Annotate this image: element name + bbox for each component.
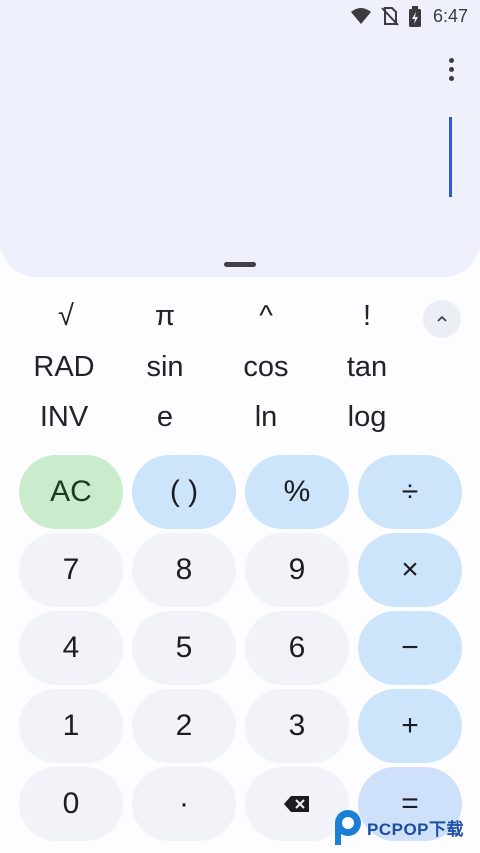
backspace-icon (284, 796, 309, 812)
display-panel: 6:47 (0, 0, 480, 277)
battery-charging-icon (409, 6, 421, 27)
power-button[interactable]: ^ (216, 300, 316, 333)
pcpop-logo (335, 810, 361, 845)
digit-3-button[interactable]: 3 (245, 689, 349, 763)
status-bar: 6:47 (0, 0, 480, 32)
sin-button[interactable]: sin (115, 351, 215, 384)
digit-2-button[interactable]: 2 (132, 689, 236, 763)
digit-5-button[interactable]: 5 (132, 611, 236, 685)
status-time: 6:47 (432, 6, 468, 26)
digit-7-button[interactable]: 7 (19, 533, 123, 607)
more-vert-icon (448, 57, 454, 63)
sqrt-button[interactable]: √ (16, 300, 116, 333)
chevron-up-icon (437, 315, 447, 322)
ln-button[interactable]: ln (216, 401, 316, 434)
digit-8-button[interactable]: 8 (132, 533, 236, 607)
multiply-button[interactable]: × (358, 533, 462, 607)
digit-0-button[interactable]: 0 (19, 767, 123, 841)
plus-button[interactable]: + (358, 689, 462, 763)
minus-button[interactable]: − (358, 611, 462, 685)
parentheses-button[interactable]: ( ) (132, 455, 236, 529)
digit-1-button[interactable]: 1 (19, 689, 123, 763)
percent-button[interactable]: % (245, 455, 349, 529)
divide-button[interactable]: ÷ (358, 455, 462, 529)
inv-button[interactable]: INV (14, 401, 114, 434)
digit-9-button[interactable]: 9 (245, 533, 349, 607)
factorial-button[interactable]: ! (317, 300, 417, 333)
pi-button[interactable]: π (115, 300, 215, 333)
cos-button[interactable]: cos (216, 351, 316, 384)
more-options-button[interactable] (436, 54, 466, 84)
text-cursor (449, 117, 452, 197)
collapse-scientific-button[interactable] (423, 300, 461, 338)
clear-button[interactable]: AC (19, 455, 123, 529)
digit-4-button[interactable]: 4 (19, 611, 123, 685)
watermark-text: PCPOP下载 (367, 819, 465, 839)
wifi-icon (351, 8, 371, 24)
digit-6-button[interactable]: 6 (245, 611, 349, 685)
decimal-button[interactable]: · (132, 767, 236, 841)
rad-button[interactable]: RAD (14, 351, 114, 384)
e-button[interactable]: e (115, 401, 215, 434)
drag-handle[interactable] (224, 262, 256, 267)
no-sim-icon (381, 7, 399, 26)
log-button[interactable]: log (317, 401, 417, 434)
tan-button[interactable]: tan (317, 351, 417, 384)
watermark: PCPOP下载 (333, 808, 464, 846)
